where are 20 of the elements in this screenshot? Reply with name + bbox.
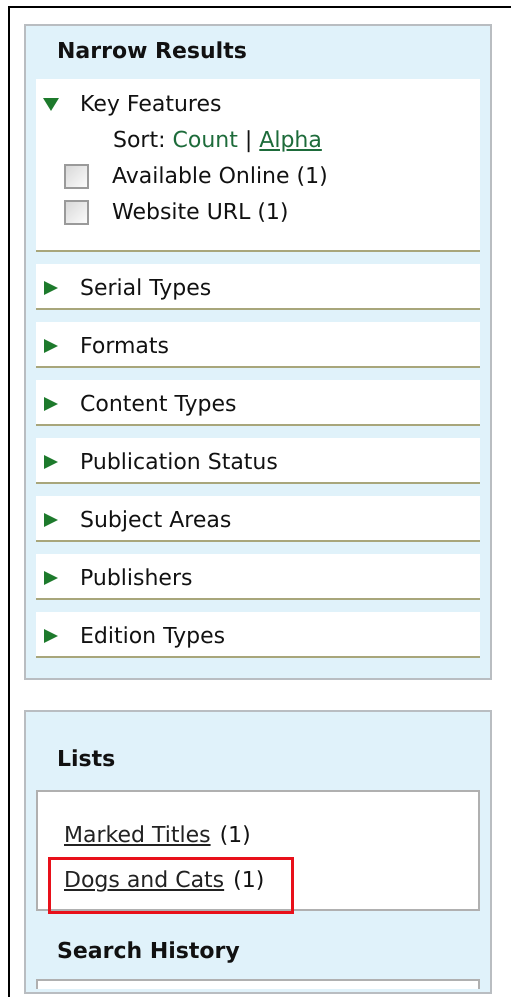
facet-heading[interactable]: Formats: [80, 334, 169, 358]
facet-heading[interactable]: Subject Areas: [80, 508, 232, 532]
sort-label: Sort:: [113, 128, 166, 152]
checkbox-label: Available Online (1): [112, 164, 328, 188]
facet-heading[interactable]: Serial Types: [80, 276, 212, 300]
sort-option[interactable]: Count: [172, 128, 238, 152]
item-count: (1): [233, 867, 264, 895]
section-title: Search History: [56, 938, 241, 966]
list-link[interactable]: Marked Titles: [64, 815, 211, 857]
section-title: Lists: [56, 746, 116, 774]
facet-heading[interactable]: Publishers: [80, 566, 192, 590]
list-link[interactable]: Dogs and Cats: [64, 860, 224, 902]
checkbox-label: Website URL (1): [112, 200, 288, 224]
facet-heading[interactable]: Content Types: [80, 392, 236, 416]
separator: |: [244, 128, 252, 152]
facet-heading[interactable]: Edition Types: [80, 624, 226, 648]
facet-heading[interactable]: Key Features: [80, 92, 222, 116]
panel-title: Narrow Results: [56, 38, 248, 66]
item-count: (1): [220, 822, 251, 850]
sort-link[interactable]: Alpha: [259, 128, 322, 152]
